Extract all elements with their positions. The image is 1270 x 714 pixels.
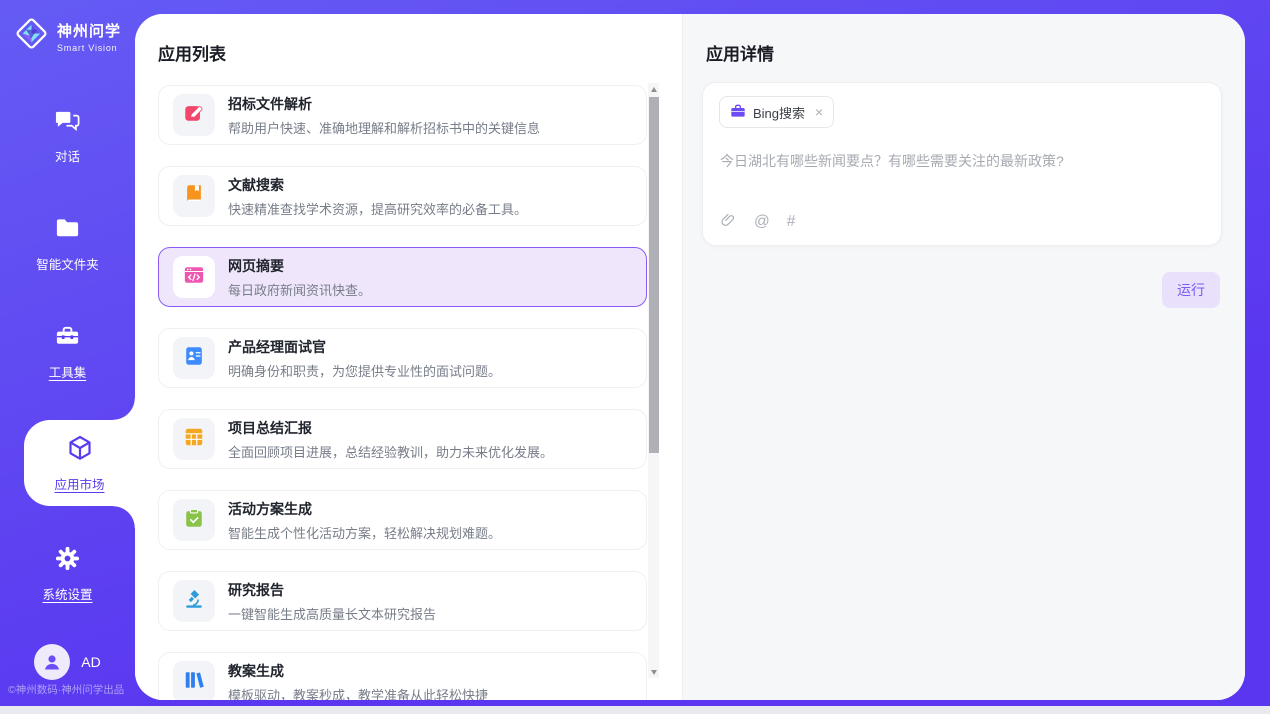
run-button[interactable]: 运行 [1162,272,1220,308]
app-card-list: 招标文件解析 帮助用户快速、准确地理解和解析招标书中的关键信息 文献搜索 快速精… [158,85,647,700]
app-card-教案生成[interactable]: 教案生成 模板驱动，教案秒成，教学准备从此轻松快捷 [158,652,647,700]
app-detail-title: 应用详情 [706,40,774,65]
prompt-toolbar: @# [720,212,795,233]
content-area: 应用列表 招标文件解析 帮助用户快速、准确地理解和解析招标书中的关键信息 文献搜… [135,14,1245,700]
app-card-项目总结汇报[interactable]: 项目总结汇报 全面回顾项目进展，总结经验教训，助力未来优化发展。 [158,409,647,469]
app-list-scrollbar[interactable] [648,83,659,678]
toolbox-icon [54,323,81,355]
sidebar-item-工具集[interactable]: 工具集 [0,328,135,376]
app-list-title: 应用列表 [158,40,226,65]
app-card-网页摘要[interactable]: 网页摘要 每日政府新闻资讯快查。 [158,247,647,307]
cube-icon [66,434,94,467]
copyright-footer: ©神州数码·神州问学出品 [8,682,124,697]
sidebar-item-系统设置[interactable]: 系统设置 [0,550,135,598]
app-card-研究报告[interactable]: 研究报告 一键智能生成高质量长文本研究报告 [158,571,647,631]
user-avatar-icon [34,644,70,680]
brand-logo: 神州问学 Smart Vision [13,15,121,57]
scrollbar-thumb[interactable] [649,97,659,453]
attachment-icon[interactable] [720,212,737,233]
app-card-文献搜索[interactable]: 文献搜索 快速精准查找学术资源，提高研究效率的必备工具。 [158,166,647,226]
app-card-招标文件解析[interactable]: 招标文件解析 帮助用户快速、准确地理解和解析招标书中的关键信息 [158,85,647,145]
edit-document-icon [183,102,205,129]
user-profile[interactable]: AD [0,644,135,680]
sidebar-nav: 对话 智能文件夹 工具集 应用市场 系统设置 [0,112,135,658]
research-icon [183,588,205,615]
scrollbar-up-arrow-icon[interactable] [648,83,659,95]
brand-diamond-icon [13,15,50,57]
app-list-panel: 应用列表 招标文件解析 帮助用户快速、准确地理解和解析招标书中的关键信息 文献搜… [135,14,682,700]
books-icon [183,669,205,696]
webpage-icon [183,264,205,291]
report-icon [183,426,205,453]
clipboard-check-icon [183,507,205,534]
sidebar-item-智能文件夹[interactable]: 智能文件夹 [0,220,135,268]
interviewer-icon [183,345,205,372]
mention-icon[interactable]: @ [754,214,770,230]
app-card-活动方案生成[interactable]: 活动方案生成 智能生成个性化活动方案，轻松解决规划难题。 [158,490,647,550]
scrollbar-down-arrow-icon[interactable] [648,666,659,678]
briefcase-icon [730,103,746,122]
brand-name: 神州问学 [57,20,121,41]
book-icon [183,183,205,210]
prompt-card[interactable]: Bing搜索 × 今日湖北有哪些新闻要点？有哪些需要关注的最新政策? @# [702,82,1222,246]
brand-subtitle: Smart Vision [57,43,121,53]
hash-icon[interactable]: # [787,214,796,230]
user-initials: AD [81,654,100,670]
prompt-text[interactable]: 今日湖北有哪些新闻要点？有哪些需要关注的最新政策? [720,151,1205,171]
tool-tag-label: Bing搜索 [753,103,805,122]
sidebar-item-应用市场[interactable]: 应用市场 [24,420,135,506]
app-card-产品经理面试官[interactable]: 产品经理面试官 明确身份和职责，为您提供专业性的面试问题。 [158,328,647,388]
chat-icon [54,107,81,139]
app-detail-panel: 应用详情 Bing搜索 × 今日湖北有哪些新闻要点？有哪些需要关注的最新政策? … [682,14,1245,700]
close-icon[interactable]: × [815,105,823,119]
sidebar: 神州问学 Smart Vision 对话 智能文件夹 工具集 应用市场 [0,0,135,706]
folder-icon [54,215,81,247]
sidebar-item-对话[interactable]: 对话 [0,112,135,160]
tool-tag-bing-search[interactable]: Bing搜索 × [719,96,834,128]
gear-icon [54,545,81,577]
